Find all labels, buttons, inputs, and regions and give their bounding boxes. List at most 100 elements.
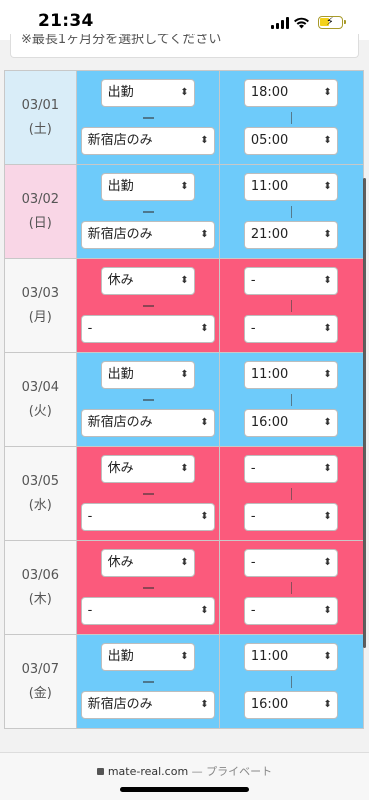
shift-row: 03/06 (木) 休み ⬍ - ⬍ - ⬍ - ⬍ xyxy=(5,541,364,635)
date-label: 03/02 xyxy=(21,191,60,207)
time-cell: - ⬍ - ⬍ xyxy=(219,447,364,540)
date-cell: 03/03 (月) xyxy=(5,259,77,352)
store-select[interactable]: 新宿店のみ ⬍ xyxy=(80,409,215,437)
separator-dash xyxy=(142,493,154,495)
store-select[interactable]: - ⬍ xyxy=(80,503,215,531)
status-cell: 出勤 ⬍ 新宿店のみ ⬍ xyxy=(76,71,220,164)
scrollbar[interactable] xyxy=(363,178,366,648)
shift-row: 03/02 (日) 出勤 ⬍ 新宿店のみ ⬍ 11:00 ⬍ 21:00 ⬍ xyxy=(5,165,364,259)
status-select[interactable]: 休み ⬍ xyxy=(100,455,195,483)
start-time-select[interactable]: - ⬍ xyxy=(243,455,338,483)
store-select[interactable]: - ⬍ xyxy=(80,315,215,343)
start-time-value: - xyxy=(250,555,256,570)
start-time-select[interactable]: - ⬍ xyxy=(243,549,338,577)
status-select[interactable]: 休み ⬍ xyxy=(100,549,195,577)
time-cell: 11:00 ⬍ 16:00 ⬍ xyxy=(219,635,364,728)
shift-row: 03/04 (火) 出勤 ⬍ 新宿店のみ ⬍ 11:00 ⬍ 16:00 ⬍ xyxy=(5,353,364,447)
end-time-value: 05:00 xyxy=(250,133,289,148)
address-bar[interactable]: mate-real.com — プライベート xyxy=(0,763,369,779)
end-time-select[interactable]: 21:00 ⬍ xyxy=(243,221,338,249)
status-cell: 出勤 ⬍ 新宿店のみ ⬍ xyxy=(76,353,220,446)
start-time-value: 11:00 xyxy=(250,179,289,194)
end-time-select[interactable]: - ⬍ xyxy=(243,315,338,343)
start-time-select[interactable]: - ⬍ xyxy=(243,267,338,295)
end-time-value: 21:00 xyxy=(250,227,289,242)
store-value: 新宿店のみ xyxy=(87,133,153,148)
store-select[interactable]: 新宿店のみ ⬍ xyxy=(80,127,215,155)
status-select[interactable]: 休み ⬍ xyxy=(100,267,195,295)
date-label: 03/03 xyxy=(21,285,60,301)
start-time-value: - xyxy=(250,461,256,476)
status-cell: 出勤 ⬍ 新宿店のみ ⬍ xyxy=(76,635,220,728)
weekday-label: (水) xyxy=(28,497,52,513)
separator-bar xyxy=(290,488,292,500)
start-time-value: 11:00 xyxy=(250,649,289,664)
select-arrows-icon: ⬍ xyxy=(200,699,209,710)
date-cell: 03/05 (水) xyxy=(5,447,77,540)
start-time-select[interactable]: 11:00 ⬍ xyxy=(243,173,338,201)
home-indicator[interactable] xyxy=(120,787,249,792)
status-value: 休み xyxy=(107,461,134,476)
store-value: 新宿店のみ xyxy=(87,227,153,242)
shift-table: 03/01 (土) 出勤 ⬍ 新宿店のみ ⬍ 18:00 ⬍ 05:00 ⬍ 0… xyxy=(4,70,364,729)
separator-bar xyxy=(290,112,292,124)
select-arrows-icon: ⬍ xyxy=(323,511,332,522)
date-cell: 03/06 (木) xyxy=(5,541,77,634)
status-cell: 休み ⬍ - ⬍ xyxy=(76,447,220,540)
url-domain: mate-real.com xyxy=(107,765,189,778)
start-time-select[interactable]: 11:00 ⬍ xyxy=(243,361,338,389)
status-cell: 休み ⬍ - ⬍ xyxy=(76,541,220,634)
status-cell: 休み ⬍ - ⬍ xyxy=(76,259,220,352)
private-label: — プライベート xyxy=(191,765,273,778)
store-select[interactable]: 新宿店のみ ⬍ xyxy=(80,221,215,249)
select-arrows-icon: ⬍ xyxy=(323,557,332,568)
separator-bar xyxy=(290,582,292,594)
shift-row: 03/07 (金) 出勤 ⬍ 新宿店のみ ⬍ 11:00 ⬍ 16:00 ⬍ xyxy=(5,635,364,729)
start-time-value: - xyxy=(250,273,256,288)
store-value: 新宿店のみ xyxy=(87,415,153,430)
status-value: 出勤 xyxy=(107,649,134,664)
end-time-value: - xyxy=(250,603,256,618)
time-cell: - ⬍ - ⬍ xyxy=(219,259,364,352)
lock-icon xyxy=(96,768,104,775)
signal-icon xyxy=(271,17,289,29)
status-select[interactable]: 出勤 ⬍ xyxy=(100,79,195,107)
time-cell: 11:00 ⬍ 21:00 ⬍ xyxy=(219,165,364,258)
status-select[interactable]: 出勤 ⬍ xyxy=(100,643,195,671)
select-arrows-icon: ⬍ xyxy=(323,135,332,146)
end-time-select[interactable]: 05:00 ⬍ xyxy=(243,127,338,155)
date-label: 03/05 xyxy=(21,473,60,489)
select-arrows-icon: ⬍ xyxy=(323,369,332,380)
end-time-select[interactable]: - ⬍ xyxy=(243,503,338,531)
separator-bar xyxy=(290,300,292,312)
status-cell: 出勤 ⬍ 新宿店のみ ⬍ xyxy=(76,165,220,258)
store-select[interactable]: - ⬍ xyxy=(80,597,215,625)
select-arrows-icon: ⬍ xyxy=(200,229,209,240)
separator-dash xyxy=(142,305,154,307)
start-time-value: 11:00 xyxy=(250,367,289,382)
weekday-label: (日) xyxy=(28,215,52,231)
time-cell: 18:00 ⬍ 05:00 ⬍ xyxy=(219,71,364,164)
select-arrows-icon: ⬍ xyxy=(323,605,332,616)
weekday-label: (金) xyxy=(28,685,52,701)
status-value: 休み xyxy=(107,555,134,570)
shift-row: 03/03 (月) 休み ⬍ - ⬍ - ⬍ - ⬍ xyxy=(5,259,364,353)
start-time-select[interactable]: 18:00 ⬍ xyxy=(243,79,338,107)
status-select[interactable]: 出勤 ⬍ xyxy=(100,361,195,389)
start-time-select[interactable]: 11:00 ⬍ xyxy=(243,643,338,671)
select-arrows-icon: ⬍ xyxy=(323,417,332,428)
select-arrows-icon: ⬍ xyxy=(180,651,189,662)
store-select[interactable]: 新宿店のみ ⬍ xyxy=(80,691,215,719)
end-time-select[interactable]: 16:00 ⬍ xyxy=(243,409,338,437)
select-arrows-icon: ⬍ xyxy=(200,605,209,616)
store-value: 新宿店のみ xyxy=(87,697,153,712)
time-cell: - ⬍ - ⬍ xyxy=(219,541,364,634)
shift-row: 03/05 (水) 休み ⬍ - ⬍ - ⬍ - ⬍ xyxy=(5,447,364,541)
status-select[interactable]: 出勤 ⬍ xyxy=(100,173,195,201)
end-time-select[interactable]: 16:00 ⬍ xyxy=(243,691,338,719)
end-time-select[interactable]: - ⬍ xyxy=(243,597,338,625)
end-time-value: 16:00 xyxy=(250,415,289,430)
date-cell: 03/02 (日) xyxy=(5,165,77,258)
select-arrows-icon: ⬍ xyxy=(323,229,332,240)
separator-bar xyxy=(290,676,292,688)
